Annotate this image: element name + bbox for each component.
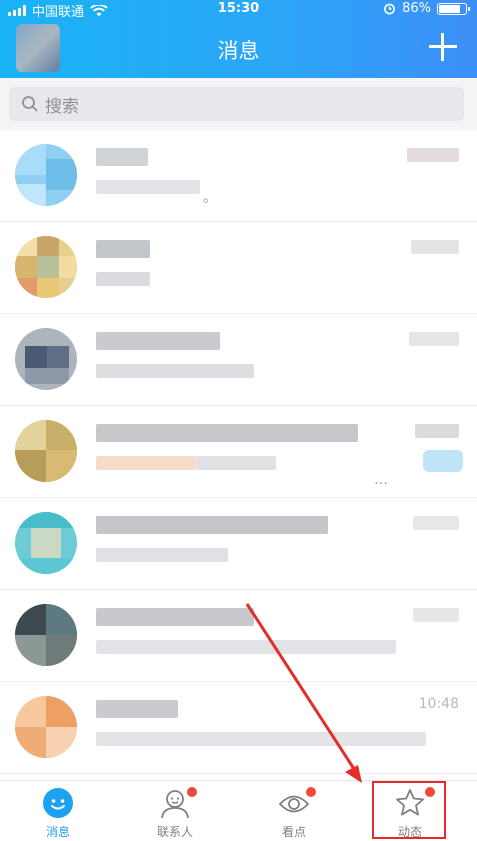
conversation-item[interactable] [0, 314, 477, 406]
contact-name [96, 148, 148, 166]
message-preview [96, 456, 196, 470]
message-preview [96, 732, 426, 746]
contact-name [96, 332, 220, 350]
message-preview [96, 640, 396, 654]
avatar [15, 696, 77, 758]
timestamp [413, 516, 459, 530]
avatar [15, 512, 77, 574]
tab-messages[interactable]: 消息 [18, 787, 98, 839]
alarm-icon [384, 3, 395, 15]
contacts-badge [187, 787, 197, 797]
avatar [15, 236, 77, 298]
contact-name [96, 516, 328, 534]
conversation-list[interactable]: 。 … 10:48 [0, 130, 477, 780]
timestamp [413, 608, 459, 622]
avatar [15, 420, 77, 482]
message-preview-2 [196, 456, 276, 470]
conversation-item[interactable] [0, 590, 477, 682]
search-placeholder: 搜索 [45, 96, 79, 117]
message-preview [96, 364, 254, 378]
preview-ellipsis: … [374, 472, 388, 488]
page-title: 消息 [217, 39, 260, 63]
tab-label: 联系人 [156, 825, 193, 839]
tab-contacts[interactable]: 联系人 [135, 787, 215, 839]
search-input[interactable]: 搜索 [9, 87, 464, 121]
timestamp [409, 332, 459, 346]
chat-bubble-icon [43, 788, 73, 818]
conversation-item[interactable]: 。 [0, 130, 477, 222]
conversation-item[interactable]: 10:48 [0, 682, 477, 774]
discover-badge [306, 787, 316, 797]
tab-label: 消息 [45, 825, 70, 839]
contact-name [96, 424, 358, 442]
tab-discover[interactable]: 看点 [254, 787, 334, 839]
contact-name [96, 700, 178, 718]
timestamp [407, 148, 459, 162]
search-icon [22, 96, 38, 112]
conversation-item[interactable] [0, 222, 477, 314]
plus-icon[interactable] [429, 33, 457, 61]
avatar [15, 328, 77, 390]
timestamp [411, 240, 459, 254]
contact-name [96, 240, 150, 258]
message-preview [96, 548, 228, 562]
message-preview [96, 180, 200, 194]
tab-label: 看点 [281, 825, 306, 839]
message-preview [96, 272, 150, 286]
timestamp: 10:48 [418, 696, 459, 712]
status-bar: 中国联通 15:30 86% [0, 0, 477, 20]
battery-icon [437, 2, 470, 15]
battery-percent: 86% [402, 1, 431, 16]
avatar [15, 144, 77, 206]
contact-name [96, 608, 254, 626]
avatar [15, 604, 77, 666]
preview-ellipsis: 。 [203, 190, 217, 206]
search-bar-container: 搜索 [0, 78, 477, 130]
timestamp [415, 424, 459, 438]
app-header: 中国联通 15:30 86% 消息 [0, 0, 477, 78]
conversation-item[interactable]: … [0, 406, 477, 498]
conversation-item[interactable] [0, 498, 477, 590]
annotation-highlight-box [372, 781, 446, 839]
unread-indicator [423, 450, 463, 472]
